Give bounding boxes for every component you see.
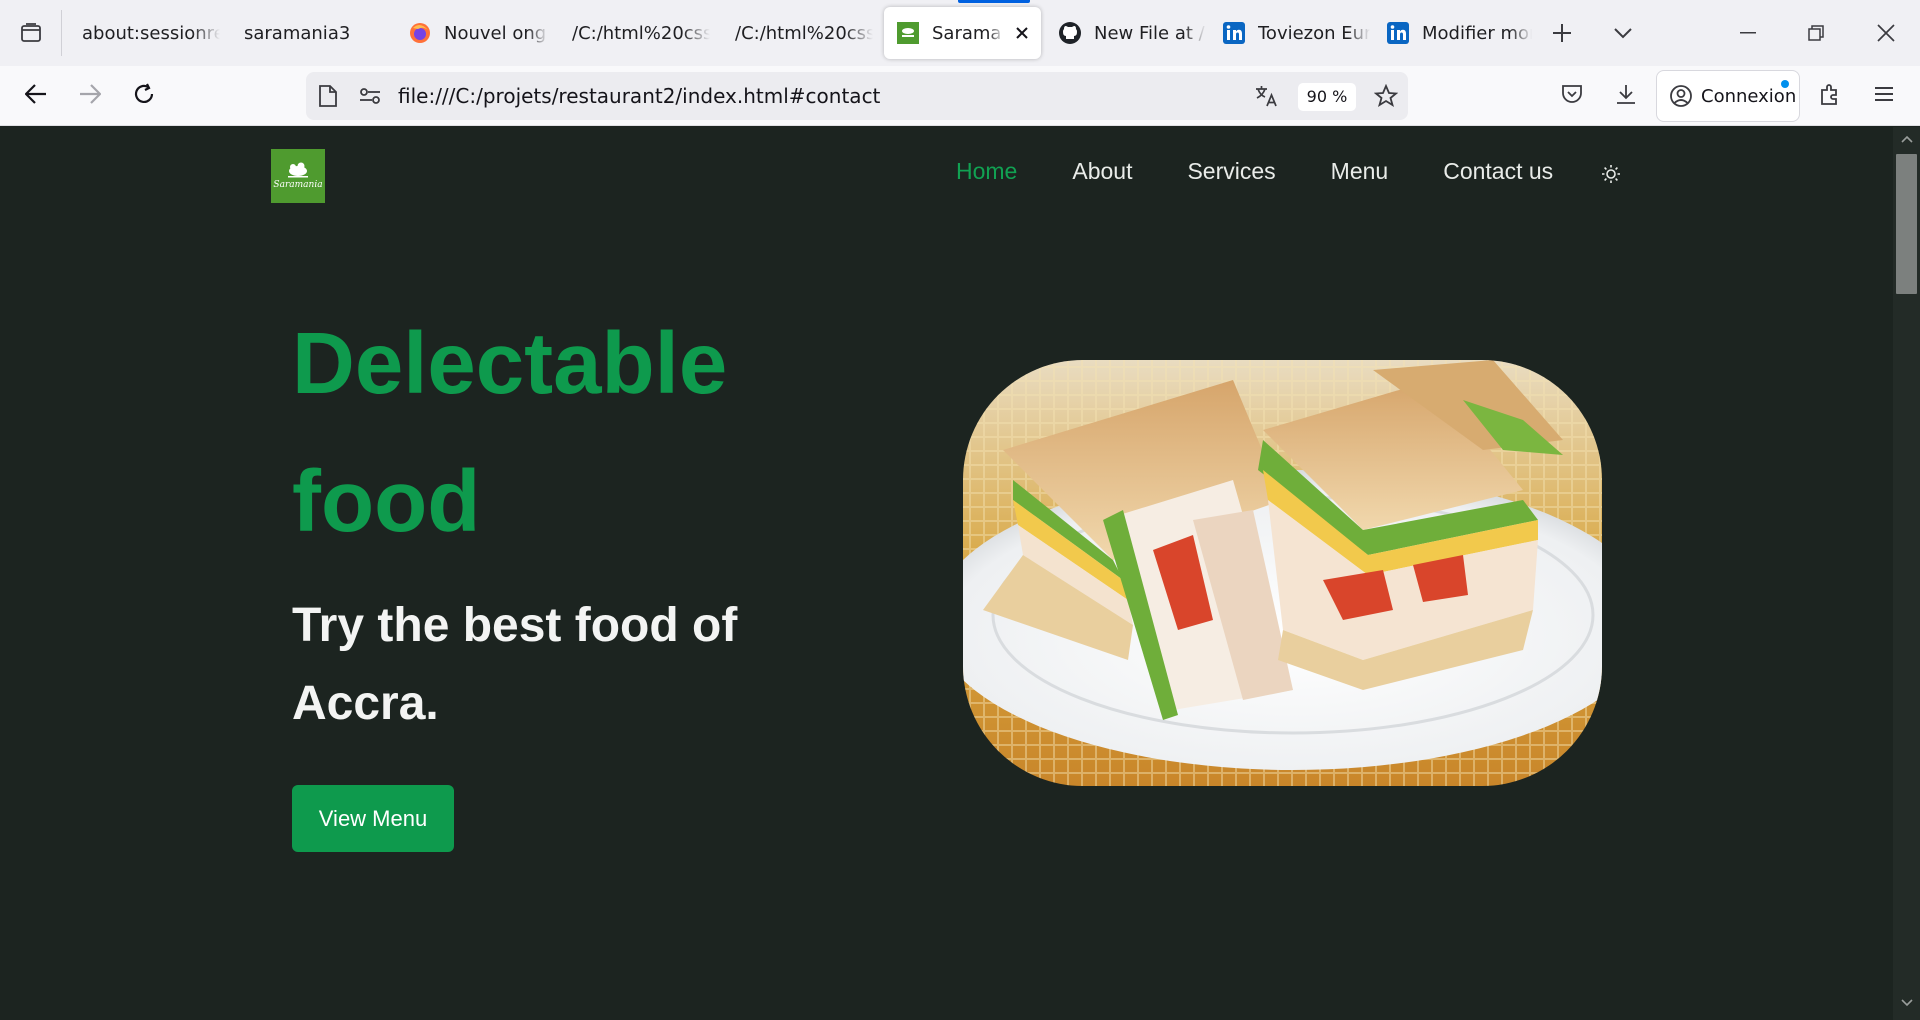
hero-title-line-1: Delectable: [292, 315, 728, 412]
tab-title: New File at /: [1094, 22, 1205, 44]
forward-button[interactable]: [70, 74, 110, 114]
linkedin-icon: [1386, 21, 1410, 45]
puzzle-icon: [1821, 84, 1837, 105]
tab-4[interactable]: /C:/html%20css9: [560, 7, 710, 59]
tab-1[interactable]: about:sessionrestore: [70, 7, 220, 59]
site-logo[interactable]: Saramania: [271, 149, 325, 203]
active-tab-indicator: [958, 0, 1030, 3]
scroll-up-arrow-icon[interactable]: [1899, 133, 1914, 145]
nav-home[interactable]: Home: [956, 155, 1017, 187]
chevron-down-icon: [1614, 28, 1632, 39]
tab-title: saramania3: [244, 22, 351, 44]
restore-button[interactable]: [1784, 8, 1848, 58]
hero-sandwich-image: [963, 360, 1602, 786]
hero-subtitle-line-1: Try the best food of: [292, 599, 738, 652]
new-tab-button[interactable]: [1543, 14, 1581, 52]
web-page: Saramania Home About Services Menu Conta…: [0, 127, 1893, 1020]
tab-3[interactable]: Nouvel onglet: [398, 7, 548, 59]
tab-7[interactable]: New File at /: [1056, 7, 1206, 59]
sun-icon: [1602, 165, 1620, 183]
firefox-icon: [408, 21, 432, 45]
notification-dot: [1781, 80, 1789, 88]
tab-title: Saramania: [932, 22, 1003, 44]
hamburger-menu-icon: [1875, 87, 1893, 101]
restore-icon: [1808, 25, 1824, 41]
tab-title: about:sessionrestore: [82, 22, 220, 44]
download-icon: [1617, 85, 1635, 104]
linkedin-icon: [1222, 21, 1246, 45]
nav-contact[interactable]: Contact us: [1443, 155, 1553, 187]
downloads-button[interactable]: [1606, 74, 1646, 114]
account-button[interactable]: Connexion: [1656, 70, 1800, 122]
arrow-right-icon: [80, 84, 101, 104]
logo-icon: [288, 162, 308, 178]
logo-text: Saramania: [273, 180, 323, 190]
zoom-indicator[interactable]: 90 %: [1298, 83, 1356, 111]
navigation-toolbar: file:///C:/projets/restaurant2/index.htm…: [0, 66, 1920, 126]
minimize-button[interactable]: [1716, 8, 1780, 58]
view-menu-button[interactable]: View Menu: [292, 785, 454, 852]
arrow-left-icon: [25, 84, 46, 104]
tab-saramania[interactable]: Saramania: [884, 7, 1041, 59]
tab-5[interactable]: /C:/html%20css9: [723, 7, 873, 59]
back-button[interactable]: [16, 74, 56, 114]
tab-title: Modifier mon: [1422, 22, 1532, 44]
reload-icon: [134, 83, 154, 103]
tab-8[interactable]: Toviezon Eur: [1220, 7, 1370, 59]
pocket-icon: [1562, 85, 1582, 103]
scroll-down-arrow-icon[interactable]: [1899, 997, 1914, 1009]
saramania-favicon-icon: [896, 21, 920, 45]
permissions-icon[interactable]: [358, 84, 382, 108]
tab-title: Toviezon Eur: [1258, 22, 1370, 44]
hero-title-line-2: food: [292, 453, 481, 550]
pocket-button[interactable]: [1552, 74, 1592, 114]
url-text[interactable]: file:///C:/projets/restaurant2/index.htm…: [398, 72, 880, 120]
scroll-thumb[interactable]: [1896, 154, 1917, 294]
reload-button[interactable]: [124, 74, 164, 114]
hero-title: Delectable food: [292, 295, 812, 571]
close-icon: [1877, 24, 1895, 42]
account-label: Connexion: [1701, 85, 1797, 107]
close-window-button[interactable]: [1854, 8, 1918, 58]
hero-subtitle-line-2: Accra.: [292, 677, 439, 730]
site-navigation: Home About Services Menu Contact us: [956, 155, 1608, 187]
tab-title: /C:/html%20css9: [735, 22, 873, 44]
firefox-view-button[interactable]: [0, 10, 62, 56]
account-icon: [1670, 85, 1692, 107]
page-icon: [316, 84, 340, 108]
theme-toggle-button[interactable]: [1600, 163, 1622, 185]
bookmark-star-icon[interactable]: [1374, 84, 1398, 108]
nav-about[interactable]: About: [1072, 155, 1132, 187]
hero-subtitle: Try the best food of Accra.: [292, 587, 812, 743]
tab-strip: about:sessionrestore saramania3 Nouvel o…: [0, 0, 1920, 66]
list-all-tabs-button[interactable]: [1604, 14, 1642, 52]
plus-icon: [1553, 24, 1571, 42]
tab-9[interactable]: Modifier mon: [1382, 7, 1532, 59]
firefox-view-icon: [20, 23, 41, 42]
nav-services[interactable]: Services: [1187, 155, 1275, 187]
page-scrollbar[interactable]: [1893, 127, 1920, 1020]
tab-2[interactable]: saramania3: [232, 7, 382, 59]
app-menu-button[interactable]: [1864, 74, 1904, 114]
tab-title: /C:/html%20css9: [572, 22, 710, 44]
close-tab-icon[interactable]: [1011, 22, 1033, 44]
url-bar[interactable]: file:///C:/projets/restaurant2/index.htm…: [306, 72, 1408, 120]
translate-icon[interactable]: [1254, 84, 1278, 108]
club-sandwich-illustration: [963, 360, 1602, 786]
extensions-button[interactable]: [1810, 74, 1850, 114]
tab-title: Nouvel onglet: [444, 22, 548, 44]
nav-menu[interactable]: Menu: [1331, 155, 1389, 187]
minimize-icon: [1740, 32, 1756, 34]
github-icon: [1058, 21, 1082, 45]
